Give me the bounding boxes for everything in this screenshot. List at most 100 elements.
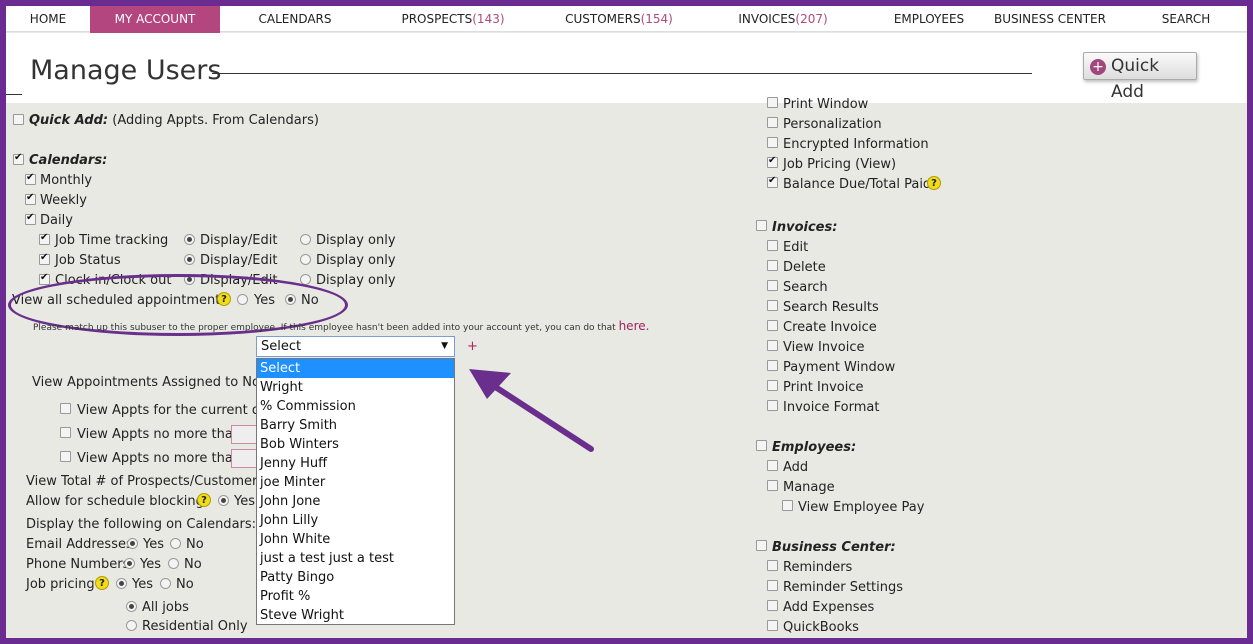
view-employee-pay-checkbox[interactable]	[782, 500, 793, 511]
business-center-checkbox[interactable]	[756, 540, 767, 551]
nav-business-center[interactable]: BUSINESS CENTER	[994, 6, 1106, 32]
reminders-label: Reminders	[783, 560, 853, 575]
encrypted-checkbox[interactable]	[767, 137, 778, 148]
help-icon[interactable]: ?	[197, 493, 211, 507]
job-time-tracking-checkbox[interactable]	[39, 232, 50, 245]
nav-customers[interactable]: CUSTOMERS(154)	[536, 6, 702, 32]
view-no-more-checkbox-1[interactable]	[60, 427, 71, 438]
dropdown-option[interactable]: Steve Wright	[257, 606, 454, 624]
help-icon[interactable]: ?	[95, 576, 109, 590]
phone-yes-radio[interactable]	[124, 558, 135, 569]
phone-no-label: No	[184, 557, 202, 572]
dropdown-option[interactable]: Profit %	[257, 587, 454, 606]
job-pricing-yes-radio[interactable]	[116, 578, 127, 589]
business-center-section-label: Business Center:	[772, 540, 896, 555]
nav-calendars[interactable]: CALENDARS	[220, 6, 370, 32]
nav-prospects[interactable]: PROSPECTS(143)	[370, 6, 536, 32]
display-only-label: Display only	[316, 273, 396, 288]
balance-due-checkbox[interactable]	[767, 175, 778, 188]
print-invoice-checkbox[interactable]	[767, 380, 778, 391]
dropdown-option[interactable]: joe Minter	[257, 473, 454, 492]
invoice-format-checkbox[interactable]	[767, 400, 778, 411]
employees-checkbox[interactable]	[756, 440, 767, 451]
calendars-label: Calendars:	[29, 153, 108, 168]
add-expenses-checkbox[interactable]	[767, 600, 778, 611]
search-results-label: Search Results	[783, 300, 879, 315]
email-yes-radio[interactable]	[127, 538, 138, 549]
here-link[interactable]: here.	[619, 319, 650, 333]
nav-search[interactable]: SEARCH	[1136, 6, 1236, 32]
job-time-tracking-label: Job Time tracking	[55, 233, 169, 248]
dropdown-option[interactable]: John White	[257, 530, 454, 549]
dropdown-option[interactable]: % Commission	[257, 397, 454, 416]
dropdown-option[interactable]: Patty Bingo	[257, 568, 454, 587]
employee-dropdown-list: Select Wright% Commission Barry Smith Bob W…	[256, 358, 455, 625]
quick-add-checkbox[interactable]	[13, 114, 24, 125]
dropdown-option[interactable]: Barry Smith	[257, 416, 454, 435]
calendars-checkbox[interactable]	[13, 152, 24, 165]
dropdown-option[interactable]: Wright	[257, 378, 454, 397]
nav-home[interactable]: HOME	[6, 6, 90, 32]
search-checkbox[interactable]	[767, 280, 778, 291]
dropdown-option[interactable]: Bob Winters	[257, 435, 454, 454]
daily-checkbox[interactable]	[25, 212, 36, 225]
dropdown-option[interactable]: John Lilly	[257, 511, 454, 530]
display-edit-label: Display/Edit	[200, 233, 278, 248]
payment-window-checkbox[interactable]	[767, 360, 778, 371]
nav-invoices[interactable]: INVOICES(207)	[702, 6, 864, 32]
create-invoice-label: Create Invoice	[783, 320, 877, 335]
manage-checkbox[interactable]	[767, 480, 778, 491]
quick-add-button[interactable]: + Quick Add	[1083, 52, 1197, 102]
job-pricing-label: Job pricing	[26, 577, 95, 592]
dropdown-option[interactable]: John Jone	[257, 492, 454, 511]
job-time-display-edit-radio[interactable]	[184, 234, 195, 245]
employees-section-label: Employees:	[772, 440, 857, 455]
app-frame: HOME MY ACCOUNT CALENDARS PROSPECTS(143)…	[6, 6, 1247, 638]
personalization-checkbox[interactable]	[767, 117, 778, 128]
view-invoice-checkbox[interactable]	[767, 340, 778, 351]
match-note: Please match up this subuser to the prop…	[33, 319, 650, 333]
help-icon[interactable]: ?	[927, 176, 941, 190]
email-no-radio[interactable]	[170, 538, 181, 549]
add-checkbox[interactable]	[767, 460, 778, 471]
job-pricing-no-radio[interactable]	[160, 578, 171, 589]
search-results-checkbox[interactable]	[767, 300, 778, 311]
view-current-checkbox[interactable]	[60, 403, 71, 414]
job-pricing-view-checkbox[interactable]	[767, 155, 778, 168]
edit-checkbox[interactable]	[767, 240, 778, 251]
view-no-more-checkbox-2[interactable]	[60, 451, 71, 462]
all-jobs-radio[interactable]	[126, 601, 137, 612]
reminder-settings-checkbox[interactable]	[767, 580, 778, 591]
employee-select[interactable]: Select ▼	[256, 336, 455, 357]
invoice-format-label: Invoice Format	[783, 400, 880, 415]
phone-no-radio[interactable]	[168, 558, 179, 569]
days-input-2[interactable]	[231, 449, 259, 468]
page-title: Manage Users	[30, 55, 222, 86]
create-invoice-checkbox[interactable]	[767, 320, 778, 331]
job-status-display-edit-radio[interactable]	[184, 254, 195, 265]
quickbooks-checkbox[interactable]	[767, 620, 778, 631]
nav-my-account[interactable]: MY ACCOUNT	[90, 6, 220, 34]
view-assigned-label: View Appointments Assigned to No O	[32, 375, 275, 390]
job-status-checkbox[interactable]	[39, 252, 50, 265]
reminders-checkbox[interactable]	[767, 560, 778, 571]
delete-checkbox[interactable]	[767, 260, 778, 271]
dropdown-option[interactable]: just a test just a test	[257, 549, 454, 568]
job-status-display-only-radio[interactable]	[300, 254, 311, 265]
clock-checkbox[interactable]	[39, 272, 50, 285]
job-time-display-only-radio[interactable]	[300, 234, 311, 245]
monthly-checkbox[interactable]	[25, 172, 36, 185]
add-employee-plus[interactable]: +	[467, 339, 478, 354]
job-status-label: Job Status	[55, 253, 121, 268]
dropdown-option[interactable]: Jenny Huff	[257, 454, 454, 473]
days-input-1[interactable]	[231, 425, 259, 444]
invoices-checkbox[interactable]	[756, 220, 767, 231]
dropdown-option[interactable]: Select	[257, 359, 454, 378]
print-window-checkbox[interactable]	[767, 97, 778, 108]
blocking-yes-radio[interactable]	[218, 495, 229, 506]
nav-employees[interactable]: EMPLOYEES	[864, 6, 994, 32]
residential-only-radio[interactable]	[126, 620, 137, 631]
weekly-checkbox[interactable]	[25, 192, 36, 205]
view-current-label: View Appts for the current dat	[77, 403, 274, 418]
view-employee-pay-label: View Employee Pay	[798, 500, 925, 515]
